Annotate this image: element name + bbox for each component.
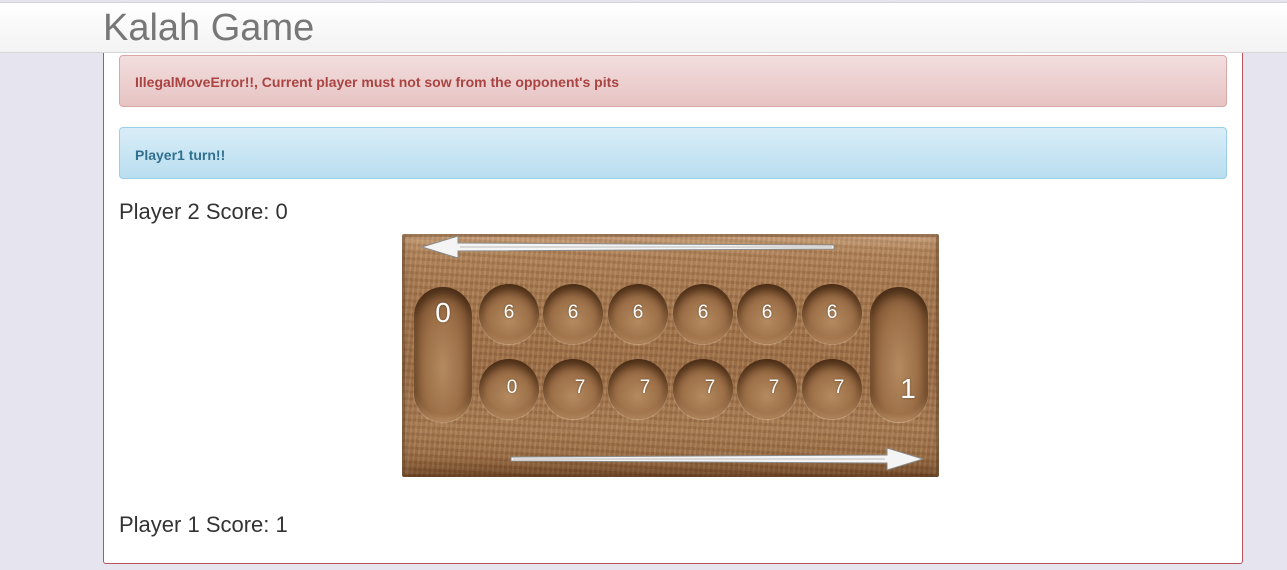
kalah-board: 0 6 6 6 6 6 6 0 7 7 7 7 7 1 [402, 234, 939, 477]
app-title: Kalah Game [103, 7, 315, 49]
player1-store: 1 [870, 287, 928, 422]
pit-count: 7 [768, 377, 780, 398]
player2-pit[interactable]: 6 [479, 284, 539, 344]
pit-count: 7 [574, 377, 586, 398]
player2-pit[interactable]: 6 [673, 284, 733, 344]
pit-count: 7 [639, 377, 651, 398]
player1-pit[interactable]: 7 [608, 359, 668, 419]
player1-pit[interactable]: 7 [673, 359, 733, 419]
player1-score: Player 1 Score: 1 [119, 512, 288, 537]
pit-count: 7 [833, 377, 845, 398]
pit-count: 6 [567, 302, 579, 323]
pit-count: 6 [503, 302, 515, 323]
player1-store-count: 1 [900, 373, 916, 404]
player2-store: 0 [414, 287, 472, 422]
pit-count: 7 [704, 377, 716, 398]
pit-count: 0 [506, 377, 518, 398]
pit-count: 6 [761, 302, 773, 323]
player2-pit[interactable]: 6 [608, 284, 668, 344]
player1-pit[interactable]: 7 [802, 359, 862, 419]
pit-count: 6 [697, 302, 709, 323]
error-message: IllegalMoveError!!, Current player must … [135, 74, 620, 90]
player2-pit[interactable]: 6 [737, 284, 797, 344]
arrow-right-icon [510, 447, 925, 471]
player1-pit[interactable]: 7 [737, 359, 797, 419]
player1-pit[interactable]: 7 [543, 359, 603, 419]
pit-count: 6 [826, 302, 838, 323]
turn-message: Player1 turn!! [135, 147, 226, 163]
game-panel: IllegalMoveError!!, Current player must … [103, 53, 1243, 564]
player1-pit[interactable]: 0 [479, 359, 539, 419]
top-navbar: Kalah Game [0, 2, 1287, 53]
player2-pit[interactable]: 6 [543, 284, 603, 344]
pit-count: 6 [632, 302, 644, 323]
player2-pit[interactable]: 6 [802, 284, 862, 344]
player2-store-count: 0 [435, 297, 451, 328]
player2-score: Player 2 Score: 0 [119, 199, 288, 224]
arrow-left-icon [420, 235, 835, 259]
turn-alert: Player1 turn!! [119, 127, 1227, 179]
error-alert: IllegalMoveError!!, Current player must … [119, 55, 1227, 107]
